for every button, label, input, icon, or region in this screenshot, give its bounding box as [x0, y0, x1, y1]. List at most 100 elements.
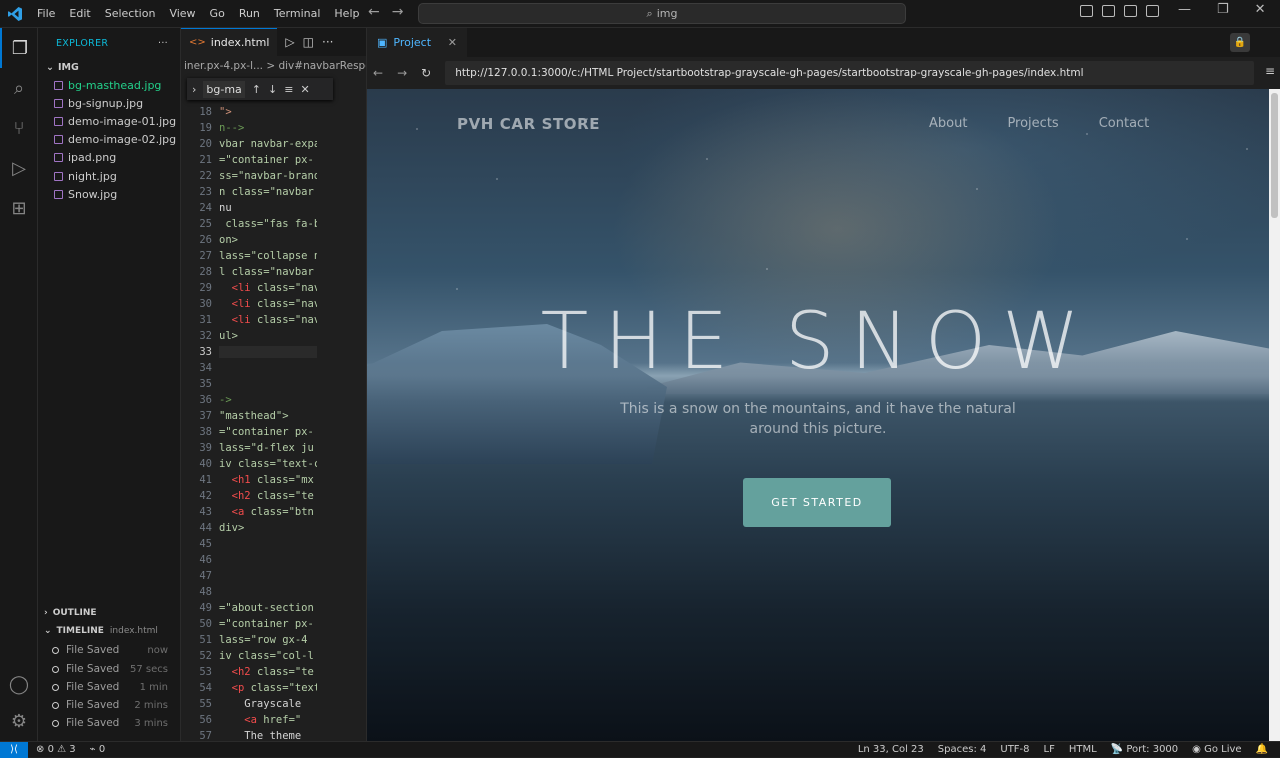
layout-controls — [1080, 5, 1159, 17]
more-actions-icon[interactable]: ··· — [158, 38, 168, 49]
live-server-port[interactable]: 📡 Port: 3000 — [1111, 744, 1178, 755]
menu-go[interactable]: Go — [203, 7, 232, 20]
ports-count: 0 — [98, 744, 106, 755]
menu-file[interactable]: File — [30, 7, 62, 20]
run-debug-icon[interactable]: ▷ — [0, 148, 38, 188]
find-input[interactable]: bg-ma — [203, 80, 245, 98]
arrow-up-icon[interactable]: ↑ — [252, 83, 261, 96]
menu-terminal[interactable]: Terminal — [267, 7, 328, 20]
tab-project[interactable]: ▣ Project ✕ — [367, 28, 467, 57]
outline-section[interactable]: › OUTLINE — [38, 604, 180, 622]
timeline-item[interactable]: File Saved 2 mins — [38, 696, 180, 714]
code-lines[interactable]: 18 "> 19 n--> 20 vbar navbar-expa 21 ="conta… — [181, 104, 367, 744]
menu-selection[interactable]: Selection — [98, 7, 163, 20]
warning-icon: ⚠ — [57, 744, 67, 755]
explorer-header: EXPLORER ··· — [38, 28, 180, 58]
nav-about[interactable]: About — [929, 116, 967, 131]
preview-scrollbar[interactable] — [1269, 89, 1280, 741]
timeline-file: index.html — [109, 626, 158, 636]
nav-contact[interactable]: Contact — [1099, 116, 1150, 131]
timeline-item[interactable]: File Saved now — [38, 641, 180, 659]
reload-icon[interactable]: ↻ — [421, 66, 431, 80]
file-item[interactable]: Snow.jpg — [38, 185, 180, 203]
menu-view[interactable]: View — [162, 7, 202, 20]
menu-run[interactable]: Run — [232, 7, 267, 20]
split-editor-icon[interactable]: ◫ — [303, 35, 314, 49]
remote-icon[interactable]: ⟩⟨ — [0, 741, 28, 758]
site-nav: About Projects Contact — [929, 116, 1149, 131]
lock-icon[interactable]: 🔒 — [1230, 33, 1250, 52]
search-icon[interactable]: ⌕ — [0, 68, 38, 108]
folder-img[interactable]: ⌄ IMG — [38, 58, 180, 76]
menu-icon[interactable]: ≡ — [1265, 64, 1275, 78]
account-icon[interactable]: ◯ — [0, 664, 38, 704]
menu-edit[interactable]: Edit — [62, 7, 97, 20]
timeline-label: File Saved — [66, 663, 120, 675]
extensions-icon[interactable]: ⊞ — [0, 188, 38, 228]
file-item[interactable]: demo-image-01.jpg — [38, 112, 180, 130]
timeline-label: File Saved — [66, 644, 120, 656]
close-icon[interactable]: ✕ — [300, 83, 309, 96]
nav-projects[interactable]: Projects — [1007, 116, 1058, 131]
timeline-item[interactable]: File Saved 3 mins — [38, 714, 180, 732]
scrollbar-thumb[interactable] — [1271, 93, 1278, 218]
chevron-right-icon[interactable]: › — [192, 83, 196, 96]
language-mode[interactable]: HTML — [1069, 744, 1097, 755]
image-file-icon — [54, 189, 63, 199]
gear-icon[interactable]: ⚙ — [0, 701, 38, 741]
customize-layout-icon[interactable] — [1146, 5, 1159, 17]
encoding[interactable]: UTF-8 — [1000, 744, 1029, 755]
forward-arrow-icon[interactable]: → — [392, 4, 404, 20]
close-icon[interactable]: ✕ — [448, 36, 457, 49]
broadcast-icon: 📡 — [1110, 744, 1124, 755]
url-input[interactable]: http://127.0.0.1:3000/c:/HTML Project/st… — [445, 61, 1254, 85]
timeline-item[interactable]: File Saved 57 secs — [38, 660, 180, 678]
timeline-item[interactable]: File Saved 1 min — [38, 678, 180, 696]
timeline-section[interactable]: ⌄ TIMELINE index.html — [38, 622, 180, 640]
source-control-icon[interactable]: ⑂ — [0, 108, 38, 148]
restore-icon[interactable]: ❐ — [1217, 2, 1229, 17]
get-started-button[interactable]: GET STARTED — [743, 478, 891, 527]
breadcrumb[interactable]: iner.px-4.px-l... > div#navbarRespo — [181, 56, 366, 76]
explorer-icon[interactable]: ❐ — [0, 28, 38, 68]
more-actions-icon[interactable]: ··· — [322, 35, 333, 49]
notifications-icon[interactable]: 🔔 — [1256, 744, 1268, 755]
back-arrow-icon[interactable]: ← — [368, 4, 380, 20]
run-icon[interactable]: ▷ — [285, 35, 294, 49]
status-bar: ⟩⟨ ⊗ 0 ⚠ 3 ⌁ 0 Ln 33, Col 23 Spaces: 4 U… — [0, 741, 1280, 758]
ports-indicator[interactable]: ⌁ 0 — [90, 744, 106, 755]
indentation[interactable]: Spaces: 4 — [938, 744, 987, 755]
timeline-label: TIMELINE — [56, 626, 104, 636]
file-item[interactable]: bg-signup.jpg — [38, 94, 180, 112]
forward-arrow-icon[interactable]: → — [397, 66, 407, 80]
timeline-dot-icon — [52, 719, 59, 727]
back-arrow-icon[interactable]: ← — [373, 66, 383, 80]
file-item[interactable]: demo-image-02.jpg — [38, 131, 180, 149]
menu-help[interactable]: Help — [327, 7, 366, 20]
toggle-secondary-sidebar-icon[interactable] — [1124, 5, 1137, 17]
go-live-button[interactable]: ◉ Go Live — [1192, 744, 1241, 755]
outline-label: OUTLINE — [52, 608, 97, 618]
toggle-primary-sidebar-icon[interactable] — [1080, 5, 1093, 17]
find-widget: › bg-ma ↑ ↓ ≡ ✕ — [187, 78, 333, 100]
timeline-dot-icon — [52, 646, 59, 654]
go-live-label: Go Live — [1204, 744, 1242, 755]
search-icon: ⌕ — [646, 6, 653, 20]
end-of-line[interactable]: LF — [1044, 744, 1055, 755]
find-in-selection-icon[interactable]: ≡ — [284, 83, 293, 96]
tab-index-html[interactable]: <> index.html — [181, 28, 278, 56]
minimize-icon[interactable]: — — [1178, 2, 1191, 17]
toggle-panel-icon[interactable] — [1102, 5, 1115, 17]
command-center[interactable]: ⌕ img — [418, 3, 906, 24]
arrow-down-icon[interactable]: ↓ — [268, 83, 277, 96]
image-file-icon — [54, 98, 63, 108]
site-brand[interactable]: PVH CAR STORE — [457, 115, 600, 133]
file-item[interactable]: ipad.png — [38, 149, 180, 167]
problems-indicator[interactable]: ⊗ 0 ⚠ 3 — [36, 744, 76, 755]
close-icon[interactable]: ✕ — [1255, 2, 1266, 17]
file-item[interactable]: bg-masthead.jpg — [38, 76, 180, 94]
explorer-title: EXPLORER — [56, 37, 109, 49]
cursor-position[interactable]: Ln 33, Col 23 — [858, 744, 924, 755]
editor-tabs: <> index.html ▷ ◫ ··· — [181, 28, 366, 56]
file-item[interactable]: night.jpg — [38, 167, 180, 185]
